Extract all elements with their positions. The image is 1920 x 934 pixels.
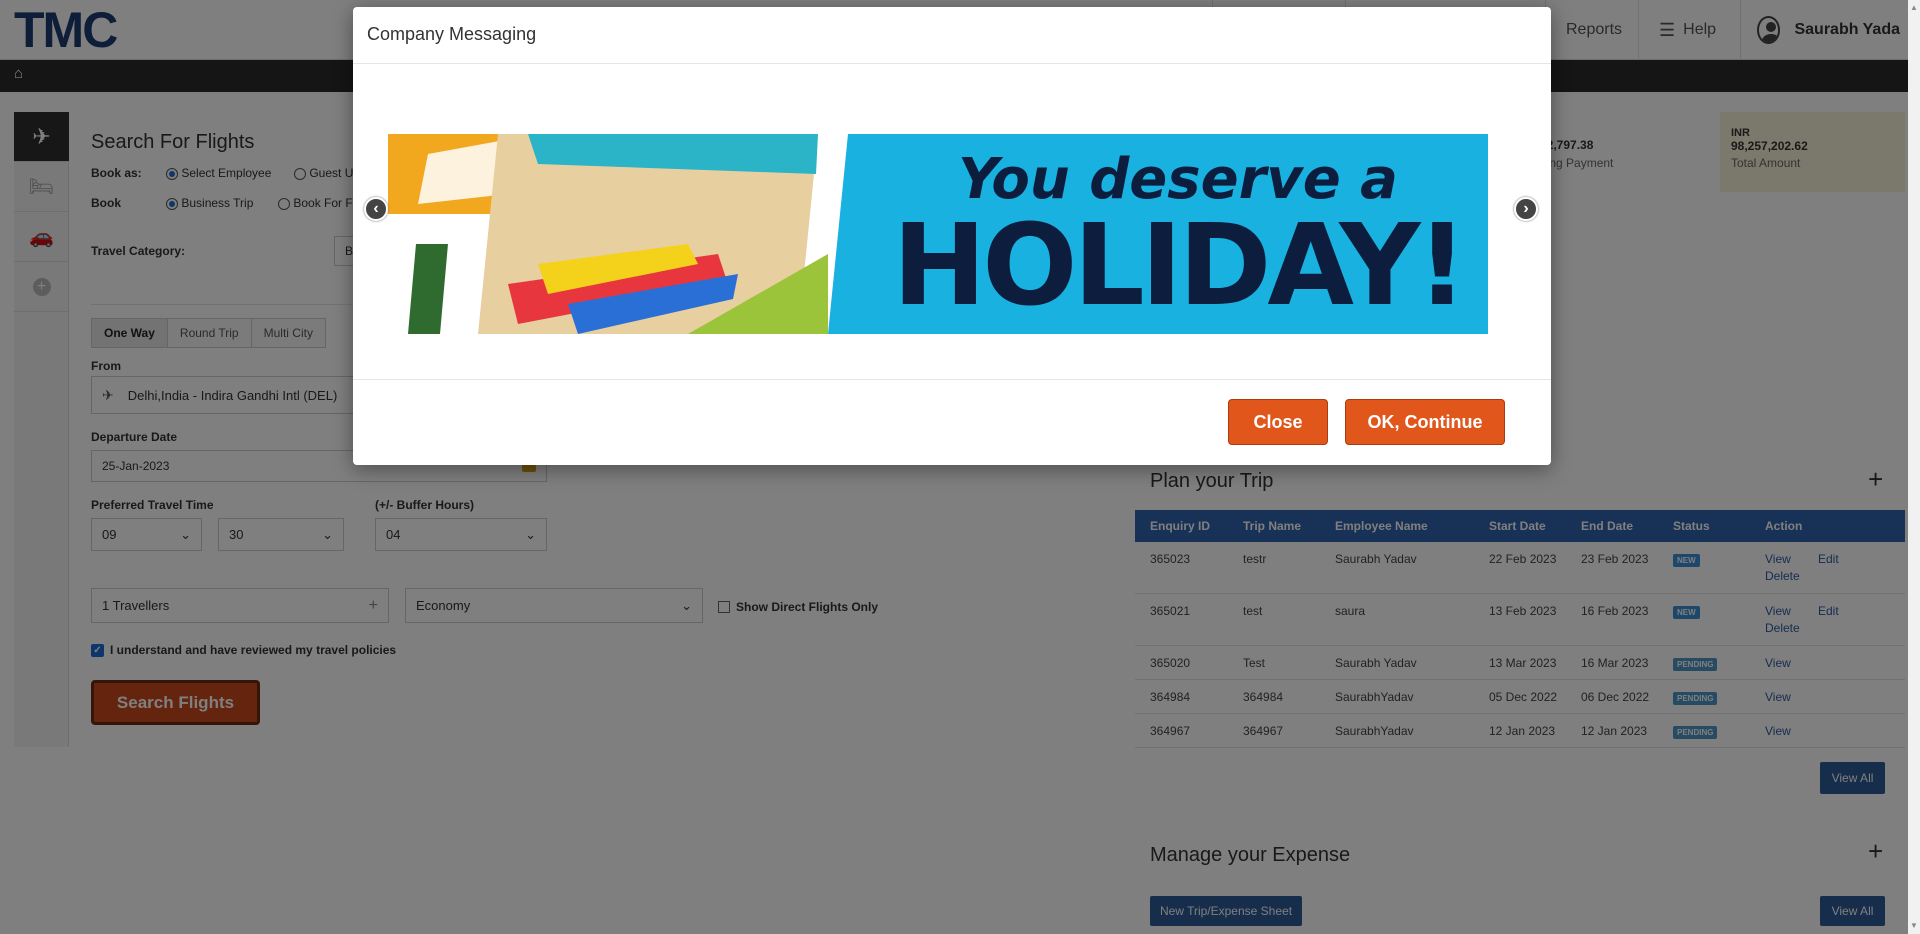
- modal-footer-divider: [353, 379, 1551, 380]
- modal-title: Company Messaging: [367, 24, 537, 44]
- ok-continue-button[interactable]: OK, Continue: [1345, 399, 1505, 445]
- chevron-left-icon[interactable]: ‹: [364, 197, 388, 221]
- page-scrollbar[interactable]: ▲ ▼: [1908, 0, 1920, 934]
- holiday-banner: You deserve a HOLIDAY!: [388, 134, 1488, 334]
- scroll-up-icon[interactable]: ▲: [1910, 4, 1918, 12]
- chevron-right-icon[interactable]: ›: [1514, 197, 1538, 221]
- modal-header-divider: [353, 63, 1551, 64]
- banner-line2: HOLIDAY!: [892, 201, 1467, 331]
- close-button[interactable]: Close: [1228, 399, 1328, 445]
- scroll-down-icon[interactable]: ▼: [1910, 922, 1918, 930]
- company-messaging-modal: Company Messaging You deserve a HOLIDAY!…: [353, 7, 1551, 465]
